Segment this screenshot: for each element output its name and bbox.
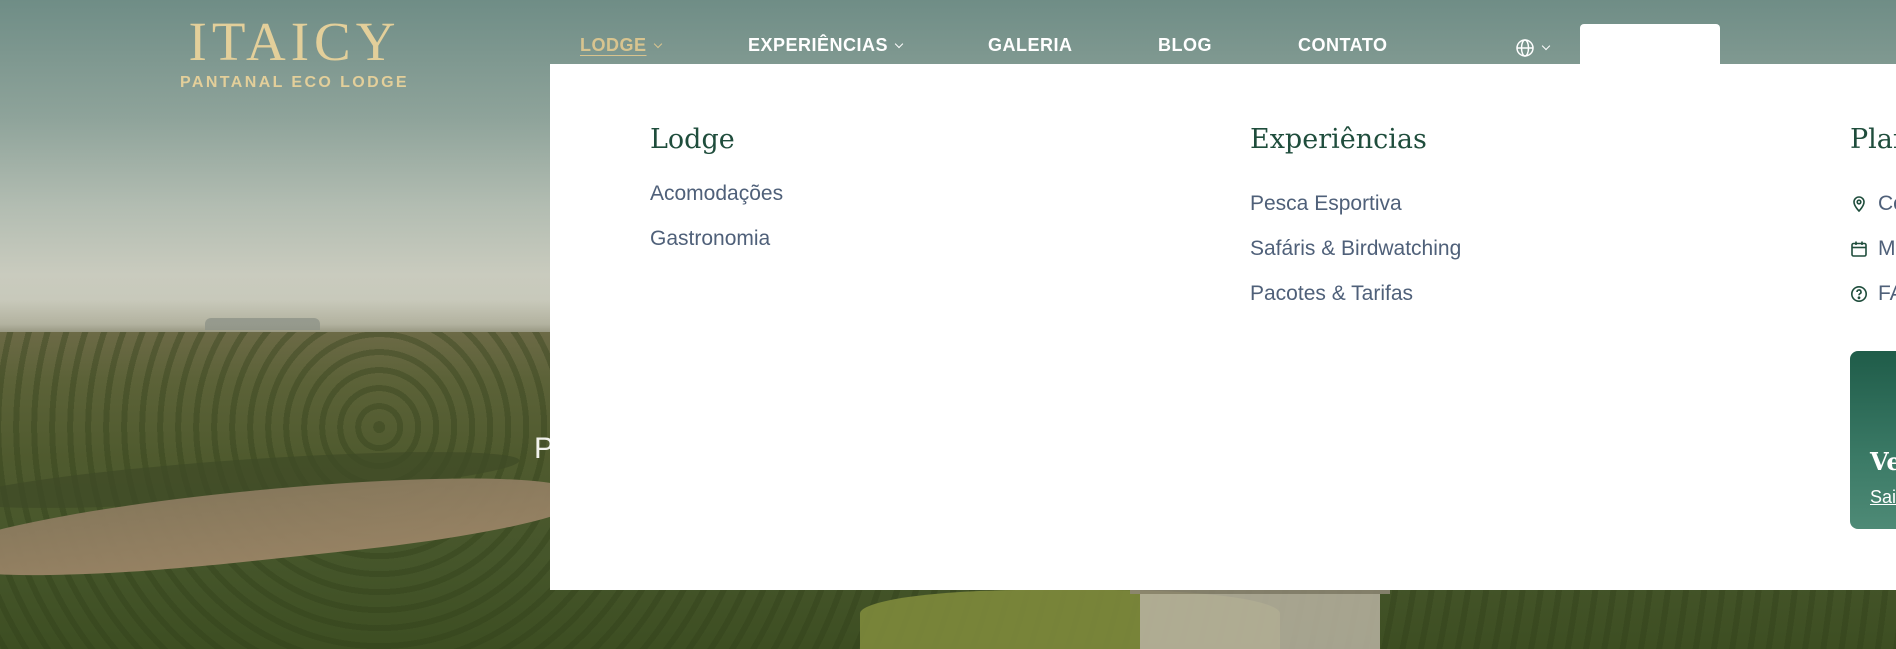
menu-link-gastronomia[interactable]: Gastronomia xyxy=(650,227,770,251)
calendar-icon xyxy=(1851,241,1867,257)
promo-link[interactable]: Sai xyxy=(1870,487,1896,508)
nav-item-blog[interactable]: BLOG xyxy=(1158,35,1212,56)
chevron-down-icon xyxy=(653,39,662,49)
nav-item-label: LODGE xyxy=(580,35,647,55)
booking-button[interactable] xyxy=(1580,24,1720,68)
nav-item-label: CONTATO xyxy=(1298,35,1388,55)
chevron-down-icon xyxy=(1541,41,1551,51)
menu-link-label: FA xyxy=(1878,282,1896,305)
menu-link-pesca-esportiva[interactable]: Pesca Esportiva xyxy=(1250,192,1402,216)
promo-title: Ve xyxy=(1870,447,1896,476)
menu-link-label: Co xyxy=(1878,192,1896,215)
menu-link-acomodacoes[interactable]: Acomodações xyxy=(650,182,783,206)
site-logo[interactable]: ITAICY PANTANAL ECO LODGE xyxy=(180,14,409,92)
menu-link-safaris-birdwatching[interactable]: Safáris & Birdwatching xyxy=(1250,237,1461,261)
nav-item-contato[interactable]: CONTATO xyxy=(1298,35,1388,56)
mega-heading-lodge: Lodge xyxy=(650,124,735,155)
menu-link-plan-3[interactable]: FA xyxy=(1850,282,1896,306)
hero-mesa xyxy=(205,318,320,330)
promo-card[interactable]: Ve Sai xyxy=(1850,351,1896,529)
nav-item-lodge[interactable]: LODGE xyxy=(580,35,662,56)
nav-item-experiencias[interactable]: EXPERIÊNCIAS xyxy=(748,35,904,56)
mega-menu: Lodge Acomodações Gastronomia Experiênci… xyxy=(550,64,1896,590)
menu-link-plan-1[interactable]: Co xyxy=(1850,192,1896,216)
hero-lodge-building xyxy=(1130,584,1390,649)
menu-link-pacotes-tarifas[interactable]: Pacotes & Tarifas xyxy=(1250,282,1413,306)
chevron-down-icon xyxy=(894,39,904,49)
nav-item-galeria[interactable]: GALERIA xyxy=(988,35,1073,56)
mega-heading-experiencias: Experiências xyxy=(1250,124,1427,155)
nav-item-label: BLOG xyxy=(1158,35,1212,55)
logo-tagline: PANTANAL ECO LODGE xyxy=(180,74,409,91)
logo-wordmark: ITAICY xyxy=(188,11,401,72)
nav-item-label: EXPERIÊNCIAS xyxy=(748,35,889,55)
mega-heading-plan: Plan xyxy=(1850,124,1896,155)
menu-link-plan-2[interactable]: M xyxy=(1850,237,1896,261)
help-circle-icon xyxy=(1851,286,1867,302)
globe-icon xyxy=(1516,39,1534,57)
menu-link-label: M xyxy=(1878,237,1896,260)
map-pin-icon xyxy=(1853,196,1865,213)
language-selector[interactable] xyxy=(1515,38,1551,58)
nav-item-label: GALERIA xyxy=(988,35,1073,55)
